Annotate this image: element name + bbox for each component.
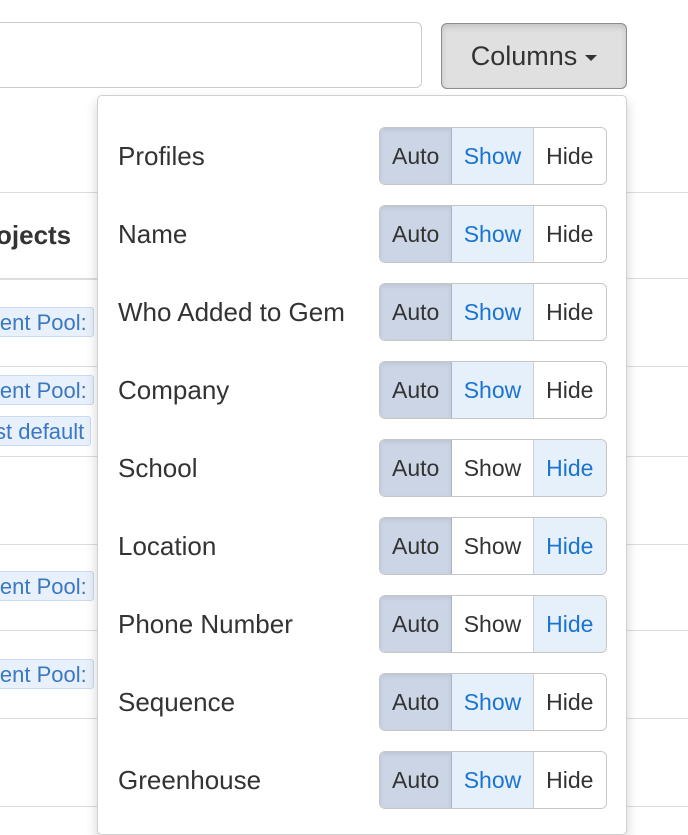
- auto-toggle[interactable]: Auto: [380, 752, 453, 808]
- column-label: Company: [118, 375, 230, 405]
- auto-toggle[interactable]: Auto: [380, 596, 453, 652]
- column-row-company: Company Auto Show Hide: [98, 361, 628, 419]
- column-row-location: Location Auto Show Hide: [98, 517, 628, 575]
- table-divider: [0, 192, 100, 193]
- column-label: Sequence: [118, 687, 236, 717]
- table-tag[interactable]: lent Pool:: [0, 307, 94, 337]
- column-label: Name: [118, 219, 188, 249]
- column-row-profiles: Profiles Auto Show Hide: [98, 127, 628, 185]
- hide-toggle[interactable]: Hide: [533, 518, 606, 574]
- auto-toggle[interactable]: Auto: [380, 440, 453, 496]
- column-label: Who Added to Gem: [118, 297, 345, 327]
- table-tag[interactable]: lent Pool:: [0, 375, 94, 405]
- show-toggle[interactable]: Show: [452, 596, 534, 652]
- table-divider: [627, 192, 688, 193]
- visibility-toggle-group: Auto Show Hide: [379, 751, 607, 809]
- table-row-divider: [0, 806, 100, 807]
- show-toggle[interactable]: Show: [452, 284, 534, 340]
- show-toggle[interactable]: Show: [452, 752, 534, 808]
- column-label: School: [118, 453, 198, 483]
- table-row-divider: [0, 544, 100, 545]
- table-header-divider: [0, 278, 100, 280]
- table-row-divider: [0, 630, 100, 631]
- show-toggle[interactable]: Show: [452, 206, 534, 262]
- table-row-divider: [627, 544, 688, 545]
- auto-toggle[interactable]: Auto: [380, 674, 453, 730]
- visibility-toggle-group: Auto Show Hide: [379, 127, 607, 185]
- column-row-who-added-to-gem: Who Added to Gem Auto Show Hide: [98, 283, 628, 341]
- table-row-divider: [0, 718, 100, 719]
- table-tag[interactable]: st default: [0, 416, 92, 446]
- table-row-divider: [627, 630, 688, 631]
- table-row-divider: [627, 456, 688, 457]
- table-row-divider: [0, 366, 100, 367]
- show-toggle[interactable]: Show: [452, 440, 534, 496]
- show-toggle[interactable]: Show: [452, 362, 534, 418]
- visibility-toggle-group: Auto Show Hide: [379, 517, 607, 575]
- auto-toggle[interactable]: Auto: [380, 206, 453, 262]
- table-row-divider: [627, 718, 688, 719]
- column-label: Phone Number: [118, 609, 293, 639]
- table-row-divider: [0, 456, 100, 457]
- visibility-toggle-group: Auto Show Hide: [379, 595, 607, 653]
- table-row-divider: [627, 806, 688, 807]
- column-label: Location: [118, 531, 217, 561]
- show-toggle[interactable]: Show: [452, 518, 534, 574]
- hide-toggle[interactable]: Hide: [533, 596, 606, 652]
- hide-toggle[interactable]: Hide: [533, 674, 606, 730]
- show-toggle[interactable]: Show: [452, 128, 534, 184]
- column-row-school: School Auto Show Hide: [98, 439, 628, 497]
- hide-toggle[interactable]: Hide: [533, 284, 606, 340]
- visibility-toggle-group: Auto Show Hide: [379, 673, 607, 731]
- column-label: Greenhouse: [118, 765, 262, 795]
- auto-toggle[interactable]: Auto: [380, 128, 453, 184]
- table-header-divider: [627, 278, 688, 279]
- visibility-toggle-group: Auto Show Hide: [379, 439, 607, 497]
- hide-toggle[interactable]: Hide: [533, 440, 606, 496]
- show-toggle[interactable]: Show: [452, 674, 534, 730]
- auto-toggle[interactable]: Auto: [380, 362, 453, 418]
- auto-toggle[interactable]: Auto: [380, 518, 453, 574]
- hide-toggle[interactable]: Hide: [533, 752, 606, 808]
- visibility-toggle-group: Auto Show Hide: [379, 283, 607, 341]
- table-row-divider: [627, 366, 688, 367]
- table-column-header: ojects: [0, 220, 72, 250]
- hide-toggle[interactable]: Hide: [533, 128, 606, 184]
- hide-toggle[interactable]: Hide: [533, 362, 606, 418]
- column-row-sequence: Sequence Auto Show Hide: [98, 673, 628, 731]
- table-tag[interactable]: lent Pool:: [0, 659, 94, 689]
- column-row-greenhouse: Greenhouse Auto Show Hide: [98, 751, 628, 809]
- visibility-toggle-group: Auto Show Hide: [379, 205, 607, 263]
- column-row-phone-number: Phone Number Auto Show Hide: [98, 595, 628, 653]
- hide-toggle[interactable]: Hide: [533, 206, 606, 262]
- table-tag[interactable]: lent Pool:: [0, 571, 94, 601]
- columns-dropdown-menu: Profiles Auto Show Hide Name Auto Show H…: [97, 95, 627, 835]
- column-row-name: Name Auto Show Hide: [98, 205, 628, 263]
- visibility-toggle-group: Auto Show Hide: [379, 361, 607, 419]
- column-label: Profiles: [118, 141, 205, 171]
- auto-toggle[interactable]: Auto: [380, 284, 453, 340]
